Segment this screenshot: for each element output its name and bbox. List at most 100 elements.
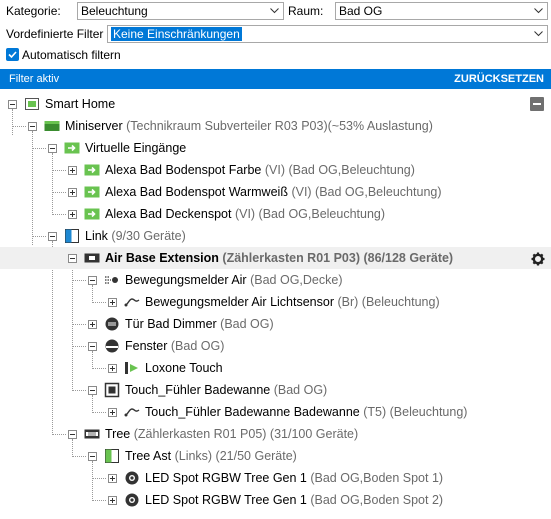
- reset-filter-button[interactable]: ZURÜCKSETZEN: [454, 69, 544, 89]
- room-select[interactable]: Bad OG: [335, 2, 548, 20]
- collapse-toggle[interactable]: [68, 430, 77, 439]
- tree-node-detail: (Bad OG,Boden Spot 2): [310, 493, 444, 507]
- tree-node-label: Miniserver: [65, 119, 123, 133]
- tree-branch-icon: [104, 448, 120, 464]
- expand-toggle[interactable]: [108, 364, 117, 373]
- tree-node-label: Link: [85, 229, 108, 243]
- collapse-toggle[interactable]: [88, 342, 97, 351]
- tree-node-vi-bodenspot-farbe[interactable]: Alexa Bad Bodenspot Farbe (VI) (Bad OG,B…: [0, 159, 551, 181]
- tree-node-label: Bewegungsmelder Air Lichtsensor: [145, 295, 334, 309]
- tree-node-loxone-touch[interactable]: Loxone Touch: [0, 357, 551, 379]
- collapse-toggle[interactable]: [68, 254, 77, 263]
- tree-node-label: Smart Home: [45, 97, 116, 111]
- filter-status-text: Filter aktiv: [9, 73, 60, 85]
- chevron-down-icon: [531, 26, 545, 42]
- tree-node-detail: (T5) (Beleuchtung): [363, 405, 468, 419]
- tree-node-vi-bodenspot-warmweiss[interactable]: Alexa Bad Bodenspot Warmweiß (VI) (Bad O…: [0, 181, 551, 203]
- tree-node-label: Tree: [105, 427, 131, 441]
- tree-node-label: Virtuelle Eingänge: [85, 141, 187, 155]
- collapse-toggle[interactable]: [88, 452, 97, 461]
- led-spot-icon: [124, 470, 140, 486]
- tree-node-tree-extension[interactable]: Tree (Zählerkasten R01 P05) (31/100 Gerä…: [0, 423, 551, 445]
- tree-node-led-spot-1[interactable]: LED Spot RGBW Tree Gen 1 (Bad OG,Boden S…: [0, 467, 551, 489]
- tree-node-led-spot-2[interactable]: LED Spot RGBW Tree Gen 1 (Bad OG,Boden S…: [0, 489, 551, 511]
- tree-node-smart-home[interactable]: Smart Home: [0, 93, 551, 115]
- tree-node-air-base-extension[interactable]: Air Base Extension (Zählerkasten R01 P03…: [0, 247, 551, 269]
- collapse-toggle[interactable]: [48, 144, 57, 153]
- tree-node-label: Alexa Bad Bodenspot Warmweiß: [105, 185, 288, 199]
- motion-sensor-icon: [104, 272, 120, 288]
- expand-toggle[interactable]: [108, 408, 117, 417]
- analog-sensor-icon: [124, 404, 140, 420]
- tree-node-label: Alexa Bad Deckenspot: [105, 207, 232, 221]
- expand-toggle[interactable]: [108, 298, 117, 307]
- auto-filter-label: Automatisch filtern: [22, 48, 121, 62]
- tree-node-detail: (VI) (Bad OG,Beleuchtung): [291, 185, 442, 199]
- collapse-all-button[interactable]: [530, 97, 544, 111]
- tree-node-detail: (VI) (Bad OG,Beleuchtung): [234, 207, 386, 221]
- tree-node-tree-branch[interactable]: Tree Ast (Links) (21/50 Geräte): [0, 445, 551, 467]
- checkmark-icon: [8, 51, 17, 59]
- tree-node-miniserver[interactable]: Miniserver (Technikraum Subverteiler R03…: [0, 115, 551, 137]
- dimmer-icon: [104, 316, 120, 332]
- miniserver-icon: [44, 118, 60, 134]
- touch-sensor-icon: [104, 382, 120, 398]
- tree-node-detail: (VI) (Bad OG,Beleuchtung): [264, 163, 415, 177]
- auto-filter-checkbox[interactable]: [6, 48, 19, 61]
- virtual-input-icon: [84, 184, 100, 200]
- tree-node-detail: (Br) (Beleuchtung): [337, 295, 440, 309]
- gear-icon[interactable]: [531, 251, 545, 266]
- air-base-extension-icon: [84, 250, 100, 266]
- collapse-toggle[interactable]: [8, 100, 17, 109]
- led-spot-icon: [124, 492, 140, 508]
- tree-node-virtual-inputs[interactable]: Virtuelle Eingänge: [0, 137, 551, 159]
- expand-toggle[interactable]: [68, 188, 77, 197]
- tree-node-label: Alexa Bad Bodenspot Farbe: [105, 163, 262, 177]
- link-icon: [64, 228, 80, 244]
- virtual-input-icon: [84, 162, 100, 178]
- tree-node-label: Bewegungsmelder Air: [125, 273, 247, 287]
- collapse-toggle[interactable]: [48, 232, 57, 241]
- collapse-toggle[interactable]: [28, 122, 37, 131]
- tree-node-detail: (Links) (21/50 Geräte): [174, 449, 297, 463]
- tree-node-door-dimmer[interactable]: Tür Bad Dimmer (Bad OG): [0, 313, 551, 335]
- tree-node-label: LED Spot RGBW Tree Gen 1: [145, 471, 307, 485]
- expand-toggle[interactable]: [88, 320, 97, 329]
- category-select-value: Beleuchtung: [81, 4, 148, 18]
- filter-status-bar: Filter aktiv ZURÜCKSETZEN: [0, 69, 551, 89]
- virtual-input-icon: [64, 140, 80, 156]
- tree-node-label: Loxone Touch: [145, 361, 223, 375]
- chevron-down-icon: [531, 3, 545, 19]
- tree-node-label: LED Spot RGBW Tree Gen 1: [145, 493, 307, 507]
- category-select[interactable]: Beleuchtung: [77, 2, 284, 20]
- tree-node-vi-deckenspot[interactable]: Alexa Bad Deckenspot (VI) (Bad OG,Beleuc…: [0, 203, 551, 225]
- collapse-toggle[interactable]: [88, 276, 97, 285]
- expand-toggle[interactable]: [108, 474, 117, 483]
- tree-node-label: Fenster: [125, 339, 168, 353]
- tree-node-motion-sensor-air[interactable]: Bewegungsmelder Air (Bad OG,Decke): [0, 269, 551, 291]
- tree-extension-icon: [84, 426, 100, 442]
- tree-node-detail: (Bad OG): [273, 383, 328, 397]
- tree-node-label: Touch_Fühler Badewanne: [125, 383, 271, 397]
- expand-toggle[interactable]: [108, 496, 117, 505]
- tree-node-detail: (Bad OG): [170, 339, 225, 353]
- tree-node-window[interactable]: Fenster (Bad OG): [0, 335, 551, 357]
- category-label: Kategorie:: [6, 4, 61, 18]
- tree-node-label: Tür Bad Dimmer: [125, 317, 217, 331]
- expand-toggle[interactable]: [68, 210, 77, 219]
- collapse-toggle[interactable]: [88, 386, 97, 395]
- tree-node-motion-light-sensor[interactable]: Bewegungsmelder Air Lichtsensor (Br) (Be…: [0, 291, 551, 313]
- room-label: Raum:: [288, 4, 324, 18]
- virtual-input-icon: [84, 206, 100, 222]
- tree-node-touch-sensor[interactable]: Touch_Fühler Badewanne (Bad OG): [0, 379, 551, 401]
- digital-input-icon: [124, 360, 140, 376]
- tree-node-link[interactable]: Link (9/30 Geräte): [0, 225, 551, 247]
- predefined-filter-select[interactable]: Keine Einschränkungen: [107, 25, 548, 43]
- tree-node-touch-sensor-t5[interactable]: Touch_Fühler Badewanne Badewanne (T5) (B…: [0, 401, 551, 423]
- tree-node-detail: (Bad OG): [220, 317, 274, 331]
- device-tree: Smart Home Miniserver (Technikraum Subve…: [0, 93, 551, 519]
- tree-node-label: Air Base Extension: [105, 251, 219, 265]
- expand-toggle[interactable]: [68, 166, 77, 175]
- tree-node-detail: (Zählerkasten R01 P05) (31/100 Geräte): [133, 427, 359, 441]
- tree-node-label: Touch_Fühler Badewanne Badewanne: [145, 405, 360, 419]
